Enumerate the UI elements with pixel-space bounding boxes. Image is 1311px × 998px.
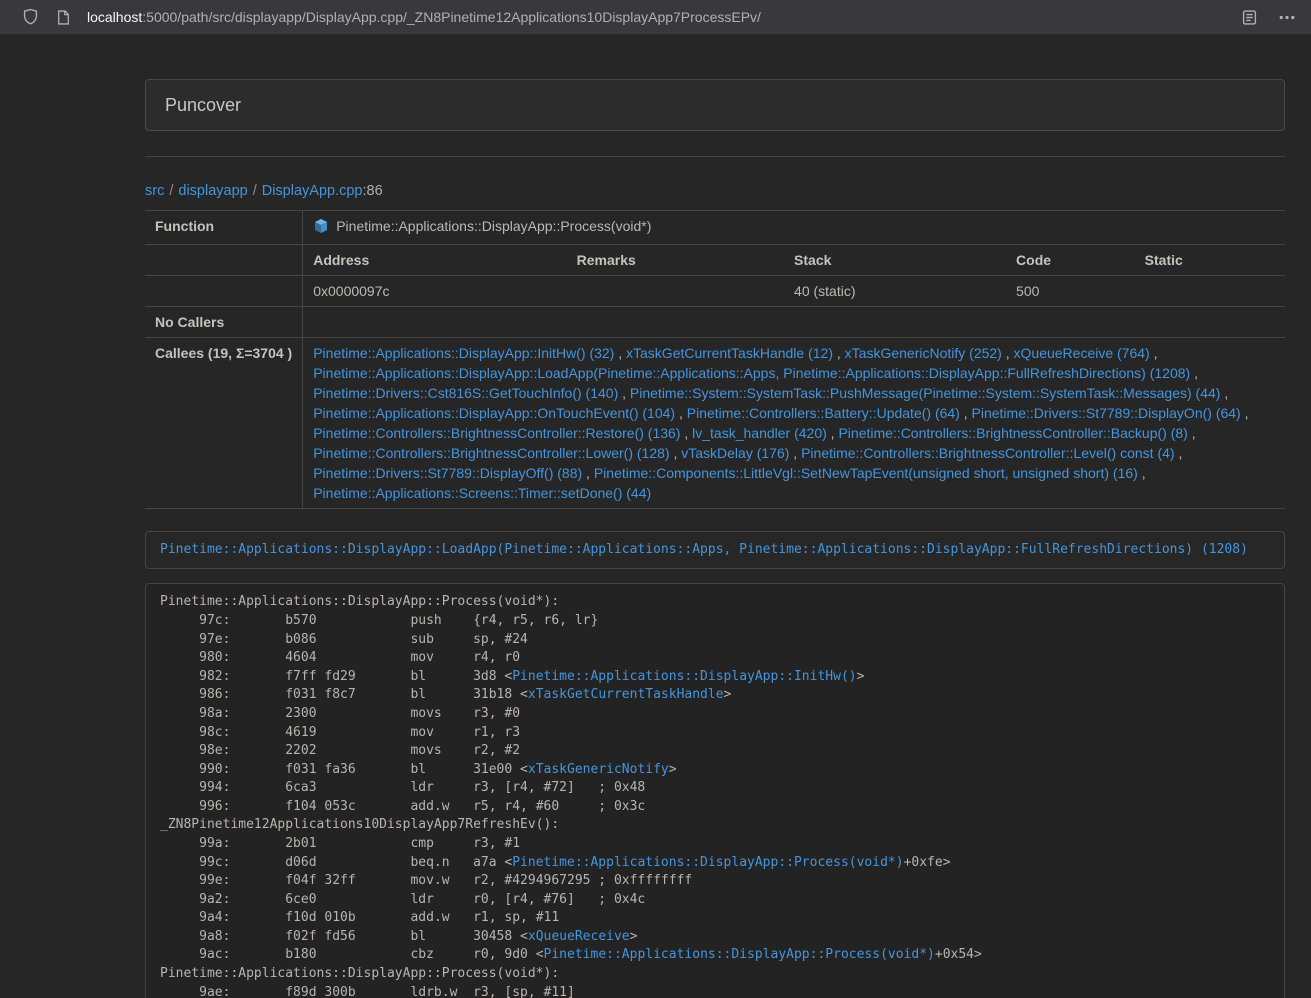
- breadcrumb-line-number: :86: [362, 183, 382, 199]
- breadcrumb-separator: /: [253, 183, 257, 199]
- navbar: Puncover: [145, 79, 1285, 131]
- callee-link[interactable]: xTaskGenericNotify (252): [845, 345, 1002, 361]
- remarks-value: [567, 276, 784, 307]
- callee-link[interactable]: Pinetime::Applications::DisplayApp::Load…: [313, 365, 1190, 381]
- callee-link[interactable]: xQueueReceive (764): [1014, 345, 1150, 361]
- disassembly-symbol-link[interactable]: Pinetime::Applications::DisplayApp::Proc…: [512, 855, 903, 870]
- symbol-snippet-box: Pinetime::Applications::DisplayApp::Load…: [145, 531, 1285, 569]
- function-table: Function Pinetime::Applications::Display…: [145, 210, 1285, 509]
- callee-link[interactable]: Pinetime::Applications::DisplayApp::OnTo…: [313, 405, 675, 421]
- callee-link[interactable]: lv_task_handler (420): [692, 425, 827, 441]
- disassembly: Pinetime::Applications::DisplayApp::Proc…: [145, 583, 1285, 998]
- column-header-code: Code: [1006, 245, 1135, 276]
- empty-cell: [145, 276, 303, 307]
- breadcrumb: src / displayapp / DisplayApp.cpp:86: [145, 183, 1285, 199]
- callees-label: Callees (19, Σ=3704 ): [145, 338, 303, 509]
- callee-link[interactable]: Pinetime::Controllers::BrightnessControl…: [838, 425, 1187, 441]
- column-header-remarks: Remarks: [567, 245, 784, 276]
- url-text[interactable]: localhost:5000/path/src/displayapp/Displ…: [87, 9, 1230, 25]
- callee-link[interactable]: Pinetime::Applications::Screens::Timer::…: [313, 485, 651, 501]
- url-path: :5000/path/src/displayapp/DisplayApp.cpp…: [142, 9, 761, 25]
- more-menu-icon[interactable]: [1279, 15, 1295, 20]
- reader-view-icon[interactable]: [1242, 10, 1257, 25]
- snippet-symbol-link[interactable]: Pinetime::Applications::DisplayApp::Load…: [160, 542, 1248, 557]
- page-info-icon[interactable]: [57, 10, 70, 25]
- no-callers-label: No Callers: [145, 307, 303, 338]
- page-container: Puncover src / displayapp / DisplayApp.cpp:8…: [145, 79, 1285, 998]
- function-row-label: Function: [145, 211, 303, 245]
- empty-cell: [145, 245, 303, 276]
- column-header-stack: Stack: [784, 245, 1006, 276]
- callees-cell: Pinetime::Applications::DisplayApp::Init…: [303, 338, 1285, 509]
- browser-url-bar[interactable]: localhost:5000/path/src/displayapp/Displ…: [0, 0, 1311, 35]
- breadcrumb-src-link[interactable]: src: [145, 183, 164, 199]
- stats-value-row: 0x0000097c 40 (static) 500: [145, 276, 1285, 307]
- callee-link[interactable]: Pinetime::Drivers::St7789::DisplayOn() (…: [972, 405, 1241, 421]
- callee-link[interactable]: Pinetime::System::SystemTask::PushMessag…: [630, 385, 1221, 401]
- stats-header-row: Address Remarks Stack Code Static: [145, 245, 1285, 276]
- disassembly-symbol-link[interactable]: xTaskGetCurrentTaskHandle: [528, 687, 724, 702]
- disassembly-symbol-link[interactable]: Pinetime::Applications::DisplayApp::Init…: [512, 669, 856, 684]
- breadcrumb-displayapp-link[interactable]: displayapp: [178, 183, 247, 199]
- function-name-cell: Pinetime::Applications::DisplayApp::Proc…: [303, 211, 1285, 245]
- divider: [145, 156, 1285, 157]
- url-host: localhost: [87, 9, 142, 25]
- code-value: 500: [1006, 276, 1135, 307]
- breadcrumb-file-link[interactable]: DisplayApp.cpp: [262, 183, 363, 199]
- callee-link[interactable]: Pinetime::Controllers::Battery::Update()…: [687, 405, 960, 421]
- brand-link[interactable]: Puncover: [165, 95, 241, 116]
- callee-link[interactable]: Pinetime::Drivers::Cst816S::GetTouchInfo…: [313, 385, 618, 401]
- callee-link[interactable]: vTaskDelay (176): [681, 445, 789, 461]
- function-name: Pinetime::Applications::DisplayApp::Proc…: [336, 218, 651, 234]
- column-header-address: Address: [303, 245, 567, 276]
- breadcrumb-separator: /: [169, 183, 173, 199]
- disassembly-symbol-link[interactable]: xTaskGenericNotify: [528, 762, 669, 777]
- function-cube-icon: [313, 218, 329, 239]
- callee-link[interactable]: Pinetime::Controllers::BrightnessControl…: [313, 425, 680, 441]
- callee-link[interactable]: Pinetime::Controllers::BrightnessControl…: [313, 445, 669, 461]
- callee-link[interactable]: Pinetime::Applications::DisplayApp::Init…: [313, 345, 614, 361]
- disassembly-symbol-link[interactable]: Pinetime::Applications::DisplayApp::Proc…: [544, 947, 935, 962]
- disassembly-symbol-link[interactable]: xQueueReceive: [528, 929, 630, 944]
- no-callers-row: No Callers: [145, 307, 1285, 338]
- stack-value: 40 (static): [784, 276, 1006, 307]
- callee-link[interactable]: Pinetime::Drivers::St7789::DisplayOff() …: [313, 465, 582, 481]
- callees-row: Callees (19, Σ=3704 ) Pinetime::Applicat…: [145, 338, 1285, 509]
- column-header-static: Static: [1135, 245, 1285, 276]
- shield-icon[interactable]: [22, 8, 39, 26]
- no-callers-cell: [303, 307, 1285, 338]
- address-value: 0x0000097c: [303, 276, 567, 307]
- static-value: [1135, 276, 1285, 307]
- callee-link[interactable]: xTaskGetCurrentTaskHandle (12): [626, 345, 833, 361]
- callee-link[interactable]: Pinetime::Components::LittleVgl::SetNewT…: [594, 465, 1138, 481]
- callee-link[interactable]: Pinetime::Controllers::BrightnessControl…: [801, 445, 1174, 461]
- function-row: Function Pinetime::Applications::Display…: [145, 211, 1285, 245]
